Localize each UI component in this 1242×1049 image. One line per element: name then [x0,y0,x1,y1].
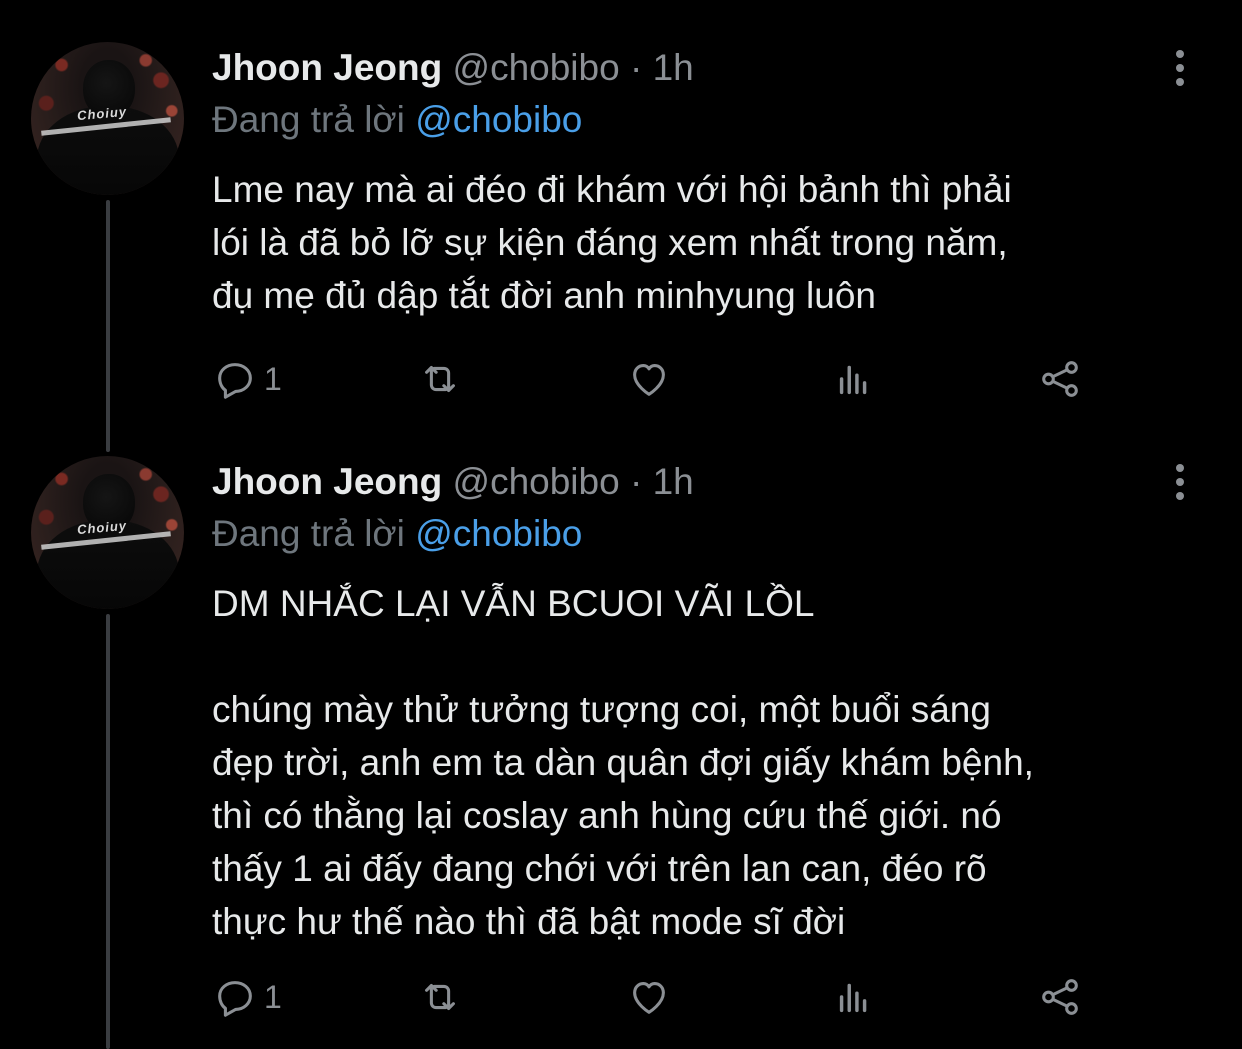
analytics-button[interactable] [832,972,878,1022]
retweet-button[interactable] [417,972,463,1022]
action-bar: 1 [212,972,1112,1022]
timestamp[interactable]: 1h [653,461,694,502]
analytics-icon [839,983,867,1013]
retweet-icon [425,983,455,1011]
like-icon [633,982,665,1014]
author-handle[interactable]: @chobibo [453,461,620,502]
separator: · [629,461,643,502]
author-name[interactable]: Jhoon Jeong [212,461,442,502]
tweet[interactable]: Choiuy Jhoon Jeong @chobibo · 1h Đang tr… [0,0,1242,1049]
more-icon[interactable] [1168,460,1192,504]
share-icon [1042,979,1078,1015]
avatar[interactable]: Choiuy [31,456,184,609]
reply-icon [218,981,252,1017]
mention-link[interactable]: @chobibo [415,513,582,554]
reply-button[interactable]: 1 [212,972,282,1022]
replying-to-label: Đang trả lời [212,513,405,554]
tweet-text: DM NHẮC LẠI VẪN BCUOI VÃI LỒL chúng mày … [212,583,1034,942]
reply-count: 1 [264,978,282,1015]
share-button[interactable] [1037,972,1083,1022]
like-button[interactable] [626,972,672,1022]
